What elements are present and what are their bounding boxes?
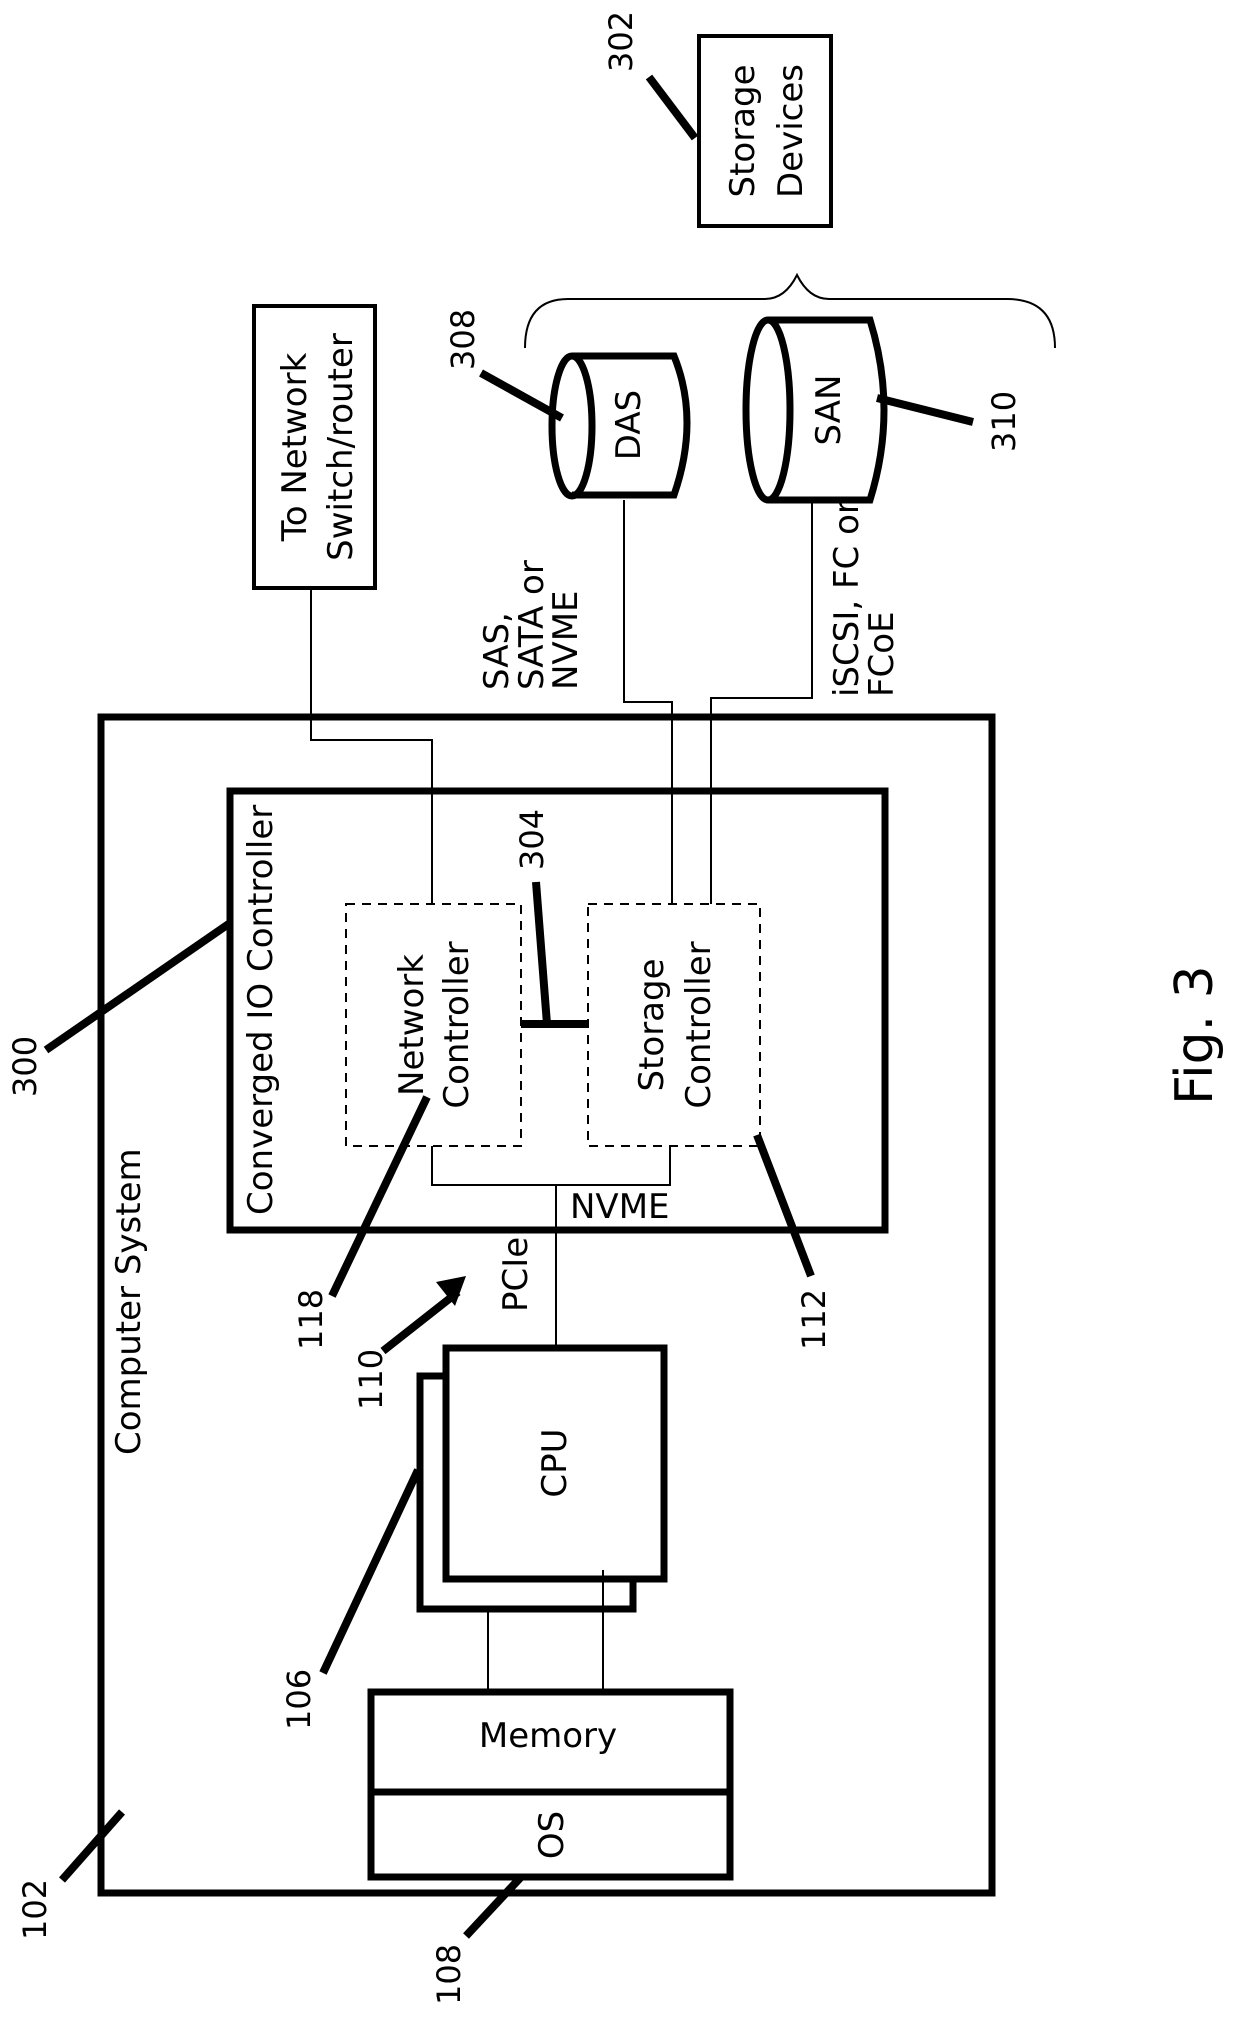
storage-controller-label-2: Controller (679, 941, 719, 1108)
leader-108 (463, 1874, 524, 1939)
das-link-line (623, 500, 673, 904)
leader-308 (479, 369, 564, 422)
das-label: DAS (609, 390, 649, 460)
storage-controller-label-1: Storage (632, 958, 672, 1091)
storage-controller-box (587, 903, 761, 1147)
nvme-internal-label: NVME (570, 1187, 670, 1227)
leader-302 (645, 74, 699, 141)
leader-310 (876, 394, 974, 426)
ref-112: 112 (795, 1289, 833, 1350)
ref-110: 110 (352, 1349, 390, 1410)
controller-link-leader (532, 881, 551, 1025)
os-label: OS (532, 1811, 572, 1859)
network-switch-label-1: To Network (275, 352, 315, 542)
pcie-arrow-shaft (380, 1288, 461, 1355)
ref-106: 106 (280, 1669, 318, 1730)
memory-label: Memory (479, 1716, 617, 1756)
pcie-label: PCIe (496, 1237, 536, 1312)
storage-devices-label-2: Devices (771, 64, 811, 198)
network-controller-label-2: Controller (437, 941, 477, 1108)
ref-304: 304 (513, 809, 551, 870)
leader-300 (43, 919, 233, 1054)
figure-caption: Fig. 3 (1165, 965, 1225, 1105)
das-protocols-line-1: SAS, (477, 612, 517, 690)
san-label: SAN (809, 375, 849, 446)
storage-brace (524, 272, 1056, 349)
ref-302: 302 (602, 11, 640, 72)
network-controller-label-1: Network (392, 954, 432, 1096)
io-controller-label: Converged IO Controller (241, 805, 281, 1215)
ref-118: 118 (292, 1289, 330, 1350)
cpu-label: CPU (535, 1428, 575, 1497)
ref-300: 300 (6, 1036, 44, 1097)
patent-figure: Computer System Converged IO Controller … (6, 11, 1225, 2005)
nvme-bus-line (431, 1146, 671, 1186)
ref-308: 308 (444, 309, 482, 370)
san-protocols-line-1: iSCSI, FC or (827, 500, 867, 697)
computer-system-label: Computer System (109, 1148, 149, 1455)
ref-310: 310 (985, 391, 1023, 452)
leader-106 (319, 1468, 422, 1675)
ref-102: 102 (16, 1879, 54, 1940)
network-link-line (310, 588, 433, 904)
storage-devices-label-1: Storage (723, 64, 763, 197)
san-link-line (710, 500, 813, 904)
leader-112 (753, 1133, 815, 1278)
das-protocols-line-3: NVME (546, 590, 586, 690)
san-protocols-line-2: FCoE (862, 611, 902, 697)
network-controller-box (345, 903, 522, 1147)
ref-108: 108 (430, 1944, 468, 2005)
network-switch-label-2: Switch/router (321, 333, 361, 561)
storage-devices-box (697, 34, 833, 228)
leader-102 (59, 1809, 125, 1883)
io-controller-box (226, 787, 889, 1234)
